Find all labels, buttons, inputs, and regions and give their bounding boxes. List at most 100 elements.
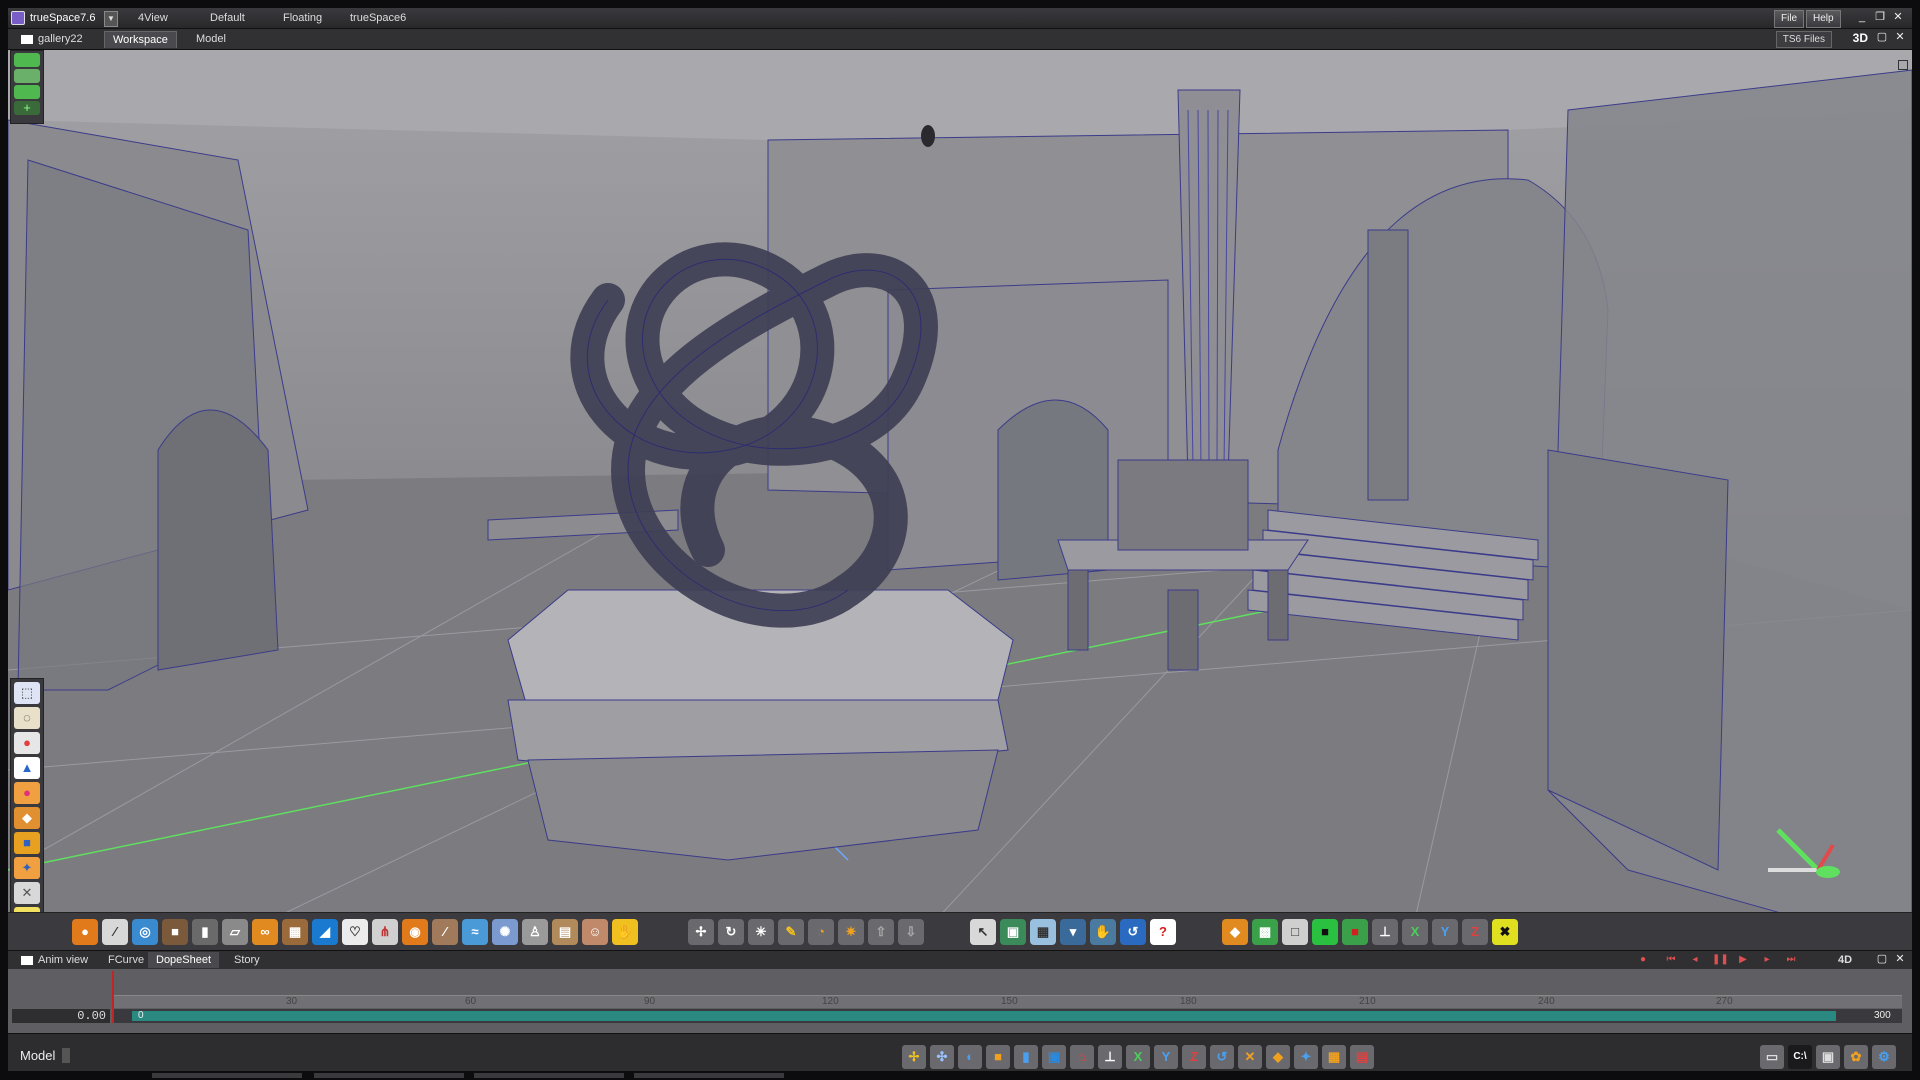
green-cube-icon[interactable]: ▩: [1252, 919, 1278, 945]
cube-icon[interactable]: ■: [162, 919, 188, 945]
wave-icon[interactable]: ↺: [1120, 919, 1146, 945]
go-start-icon[interactable]: ⏮: [1664, 953, 1678, 967]
command-prompt-icon[interactable]: C:\: [1788, 1045, 1812, 1069]
select-icon[interactable]: ⬚: [14, 682, 40, 704]
head-icon[interactable]: ☺: [582, 919, 608, 945]
current-time-field[interactable]: 0.00: [12, 1009, 110, 1023]
help-menu[interactable]: Help: [1806, 10, 1841, 28]
tab-story[interactable]: Story: [226, 952, 268, 968]
tab-gallery22[interactable]: gallery22: [12, 31, 91, 47]
home-icon[interactable]: ⌂: [1070, 1045, 1094, 1069]
time-track[interactable]: [112, 1009, 1902, 1023]
move-icon[interactable]: ✢: [688, 919, 714, 945]
plane-icon[interactable]: ▱: [222, 919, 248, 945]
cube-icon[interactable]: ■: [14, 832, 40, 854]
grid-icon[interactable]: ▦: [1322, 1045, 1346, 1069]
restore-button[interactable]: ❐: [1872, 10, 1888, 25]
globe-icon[interactable]: ◉: [402, 919, 428, 945]
tab-model[interactable]: Model: [188, 31, 234, 47]
step-forward-icon[interactable]: ▸: [1760, 953, 1774, 967]
render-icon[interactable]: ▤: [1350, 1045, 1374, 1069]
palm-icon[interactable]: ✋: [1090, 919, 1116, 945]
red-frame-icon[interactable]: ■: [1342, 919, 1368, 945]
pointer-icon[interactable]: ↖: [970, 919, 996, 945]
x-axis-button[interactable]: X: [1126, 1045, 1150, 1069]
anim-close-button[interactable]: ✕: [1892, 952, 1908, 967]
cone-icon[interactable]: ▲: [14, 757, 40, 779]
monitor-icon[interactable]: ▣: [1816, 1045, 1840, 1069]
z-axis-button[interactable]: Z: [1182, 1045, 1206, 1069]
up-arrow-icon[interactable]: ⇧: [868, 919, 894, 945]
rotate-icon[interactable]: ↻: [718, 919, 744, 945]
3d-viewport[interactable]: + ⬚ ◌ ● ▲ ● ◆ ■ ✦ ✕ ✎ ⚙: [8, 50, 1912, 950]
paint-icon[interactable]: ✋: [612, 919, 638, 945]
layout-floating[interactable]: Floating: [283, 12, 322, 24]
x-axis-button[interactable]: X: [1402, 919, 1428, 945]
orbit-icon[interactable]: ◔: [808, 919, 834, 945]
brush-icon[interactable]: ∕: [102, 919, 128, 945]
save-icon[interactable]: ▾: [1060, 919, 1086, 945]
pin-icon[interactable]: ✎: [778, 919, 804, 945]
axes-icon[interactable]: ⊥: [1098, 1045, 1122, 1069]
time-ruler[interactable]: 30 60 90 120 150 180 210 240 270: [112, 995, 1902, 1008]
mode-4d[interactable]: 4D: [1830, 952, 1860, 968]
add-view-icon[interactable]: +: [14, 101, 40, 115]
book-icon[interactable]: ▤: [552, 919, 578, 945]
sphere-icon[interactable]: ●: [14, 782, 40, 804]
layout-4view[interactable]: 4View: [138, 12, 168, 24]
step-back-icon[interactable]: ◂: [1688, 953, 1702, 967]
stone-icon[interactable]: ◢: [312, 919, 338, 945]
cube-icon[interactable]: ■: [986, 1045, 1010, 1069]
mode-input[interactable]: [62, 1048, 70, 1063]
paint-icon[interactable]: ●: [14, 732, 40, 754]
box-icon[interactable]: ▣: [1042, 1045, 1066, 1069]
taskbar-item[interactable]: [314, 1073, 464, 1078]
folder-icon[interactable]: ▭: [1760, 1045, 1784, 1069]
light-icon[interactable]: ✦: [14, 857, 40, 879]
viewport-maximize-button[interactable]: ▢: [1874, 30, 1890, 45]
layout-default[interactable]: Default: [210, 12, 245, 24]
view-toggle-icon[interactable]: [14, 85, 40, 99]
ts6-files-button[interactable]: TS6 Files: [1775, 31, 1832, 48]
viewport-close-button[interactable]: ✕: [1892, 30, 1908, 45]
frame-icon[interactable]: □: [1282, 919, 1308, 945]
view-mode-3d[interactable]: 3D: [1853, 31, 1868, 45]
grid-icon[interactable]: ▦: [1030, 919, 1056, 945]
material-icon[interactable]: ◆: [14, 807, 40, 829]
anim-maximize-button[interactable]: ▢: [1874, 952, 1890, 967]
minimize-button[interactable]: _: [1854, 10, 1870, 25]
cylinder-icon[interactable]: ▮: [192, 919, 218, 945]
layout-dropdown-chevron-icon[interactable]: ▼: [104, 11, 118, 27]
green-cube-icon[interactable]: ◆: [1222, 919, 1248, 945]
heart-icon[interactable]: ♡: [342, 919, 368, 945]
move-icon[interactable]: ✢: [902, 1045, 926, 1069]
sphere-icon[interactable]: ●: [72, 919, 98, 945]
scale-icon[interactable]: ✕: [1238, 1045, 1262, 1069]
view-toggle-icon[interactable]: [14, 53, 40, 67]
text-icon[interactable]: ≈: [462, 919, 488, 945]
down-arrow-icon[interactable]: ⇩: [898, 919, 924, 945]
black-frame-icon[interactable]: ■: [1312, 919, 1338, 945]
undo-icon[interactable]: ↺: [1210, 1045, 1234, 1069]
torus-icon[interactable]: ◎: [132, 919, 158, 945]
figure-icon[interactable]: ♙: [522, 919, 548, 945]
go-end-icon[interactable]: ⏭: [1784, 953, 1798, 967]
axes-icon[interactable]: ⊥: [1372, 919, 1398, 945]
pause-icon[interactable]: ❚❚: [1712, 953, 1729, 967]
light-icon[interactable]: ✦: [1294, 1045, 1318, 1069]
taskbar-item[interactable]: [152, 1073, 302, 1078]
z-axis-button[interactable]: Z: [1462, 919, 1488, 945]
taskbar-item[interactable]: [634, 1073, 784, 1078]
tab-fcurve[interactable]: FCurve: [100, 952, 152, 968]
tab-dopesheet[interactable]: DopeSheet: [148, 952, 220, 968]
taskbar-item[interactable]: [474, 1073, 624, 1078]
file-menu[interactable]: File: [1774, 10, 1805, 28]
record-icon[interactable]: ●: [1636, 953, 1650, 967]
dopesheet-timeline[interactable]: 30 60 90 120 150 180 210 240 270 0.00 0 …: [8, 969, 1912, 1033]
knot-icon[interactable]: ∞: [252, 919, 278, 945]
view-toggle-icon[interactable]: [14, 69, 40, 83]
corner-resize-icon[interactable]: [1898, 60, 1908, 70]
lasso-icon[interactable]: ◌: [14, 707, 40, 729]
rotate-icon[interactable]: ✣: [930, 1045, 954, 1069]
tab-workspace[interactable]: Workspace: [104, 31, 177, 48]
